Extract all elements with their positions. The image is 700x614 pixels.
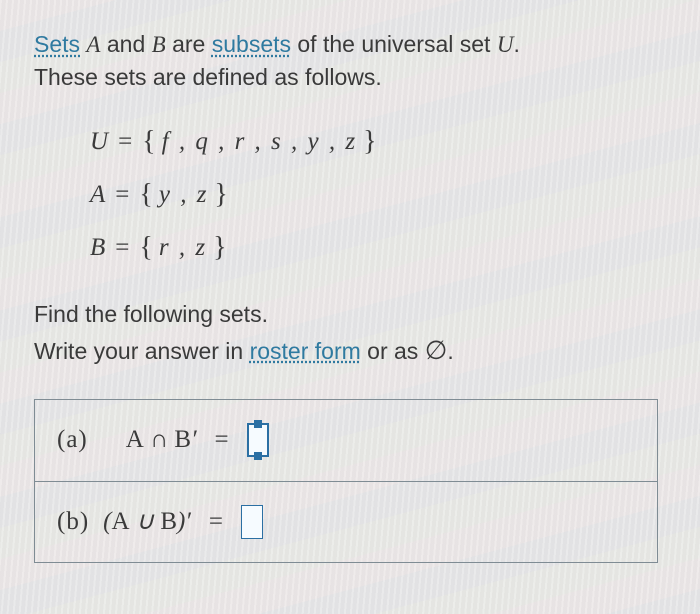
question-a-row: (a) A ∩ B′ = <box>35 400 657 480</box>
def-A-name: A <box>90 171 105 219</box>
question-box: (a) A ∩ B′ = (b) (A ∪ B)′ = <box>34 399 658 563</box>
question-a-expression: A ∩ B′ <box>126 422 197 458</box>
question-b-label: (b) <box>57 504 89 540</box>
close-brace: } <box>213 221 226 274</box>
question-a-label: (a) <box>57 422 88 458</box>
subsets-link[interactable]: subsets <box>212 31 291 57</box>
answer-input-a[interactable] <box>247 423 269 457</box>
var-U: U <box>497 32 514 57</box>
task-period: . <box>447 338 453 364</box>
open-brace: { <box>139 221 152 274</box>
equals-sign: = <box>111 224 133 272</box>
def-B: B = { r , z } <box>90 221 666 274</box>
task-post: or as <box>361 338 425 364</box>
def-U-elements: f , q , r , s , y , z <box>162 118 357 166</box>
question-b-expression: (A ∪ B)′ <box>103 504 191 540</box>
task-pre: Write your answer in <box>34 338 250 364</box>
equals-sign: = <box>211 422 233 458</box>
answer-input-b[interactable] <box>241 505 263 539</box>
definitions-block: U = { f , q , r , s , y , z } A = { y , … <box>90 115 666 275</box>
task-line-2: Write your answer in roster form or as ∅… <box>34 332 666 370</box>
def-B-elements: r , z <box>159 224 207 272</box>
equals-sign: = <box>205 504 227 540</box>
def-B-name: B <box>90 224 105 272</box>
open-brace: { <box>139 168 152 221</box>
equals-sign: = <box>111 171 133 219</box>
def-A-elements: y , z <box>159 171 209 219</box>
empty-set-symbol: ∅ <box>425 336 448 365</box>
def-U: U = { f , q , r , s , y , z } <box>90 115 666 168</box>
intro-line-1: Sets A and B are subsets of the universa… <box>34 28 666 61</box>
open-brace: { <box>142 115 155 168</box>
are-word: are <box>166 31 212 57</box>
close-brace: } <box>363 115 376 168</box>
var-A: A <box>86 32 100 57</box>
equals-sign: = <box>114 118 136 166</box>
var-B: B <box>152 32 166 57</box>
close-brace: } <box>214 168 227 221</box>
rest-text: of the universal set <box>291 31 497 57</box>
period: . <box>513 31 519 57</box>
and-word: and <box>100 31 151 57</box>
def-A: A = { y , z } <box>90 168 666 221</box>
roster-form-link[interactable]: roster form <box>250 338 361 364</box>
def-U-name: U <box>90 118 108 166</box>
intro-line-2: These sets are defined as follows. <box>34 61 666 94</box>
sets-link[interactable]: Sets <box>34 31 80 57</box>
question-b-row: (b) (A ∪ B)′ = <box>35 481 657 562</box>
task-line-1: Find the following sets. <box>34 298 666 331</box>
